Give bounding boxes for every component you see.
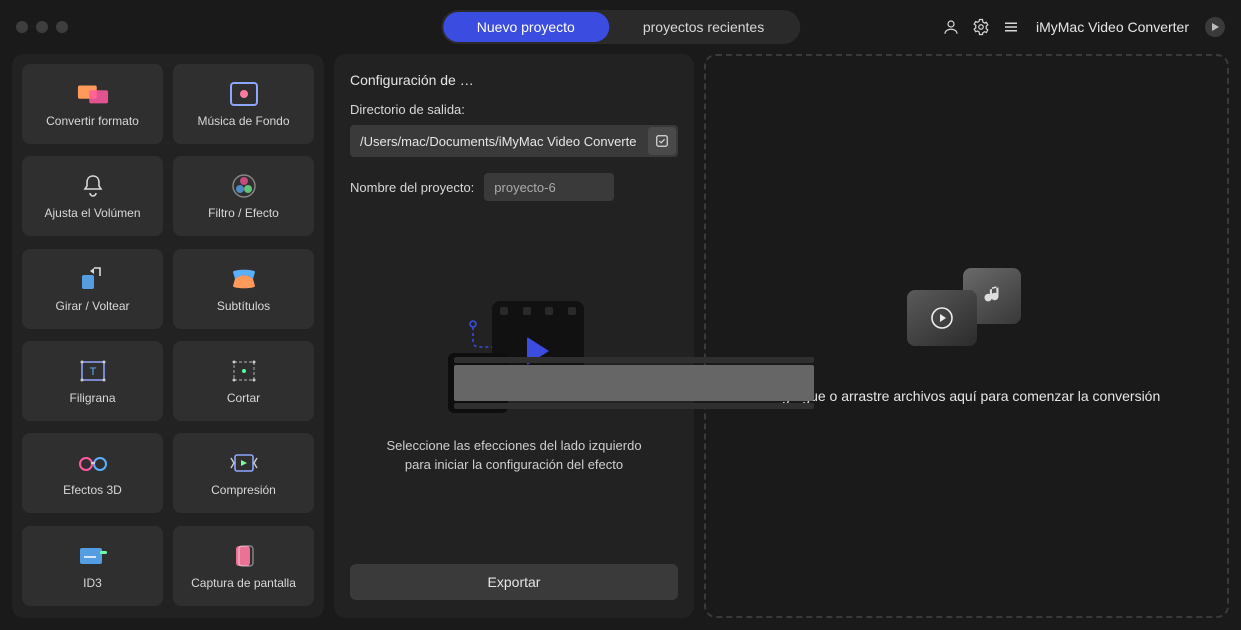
tool-label: Filigrana xyxy=(69,391,115,405)
titlebar: Nuevo proyecto proyectos recientes iMyMa… xyxy=(0,0,1241,54)
effects-grid-icon xyxy=(448,353,508,413)
project-name-label: Nombre del proyecto: xyxy=(350,180,474,195)
close-window[interactable] xyxy=(16,21,28,33)
config-panel: Configuración de … Directorio de salida:… xyxy=(334,54,694,618)
output-dir-input[interactable]: /Users/mac/Documents/iMyMac Video Conver… xyxy=(350,134,648,149)
tool-filter-effect[interactable]: Filtro / Efecto xyxy=(173,156,314,236)
tool-label: ID3 xyxy=(83,576,102,590)
convert-icon xyxy=(77,80,109,108)
tool-label: Ajusta el Volúmen xyxy=(44,206,140,220)
menu-icon[interactable] xyxy=(1002,18,1020,36)
tool-label: Filtro / Efecto xyxy=(208,206,279,220)
export-button[interactable]: Exportar xyxy=(350,564,678,600)
glasses-3d-icon xyxy=(77,449,109,477)
tool-label: Compresión xyxy=(211,483,276,497)
config-title: Configuración de … xyxy=(350,72,678,88)
project-name-row: Nombre del proyecto: xyxy=(350,173,678,201)
video-card-icon xyxy=(907,290,977,346)
screenshot-icon xyxy=(228,542,260,570)
tab-recent-projects[interactable]: proyectos recientes xyxy=(609,12,798,42)
tool-id3[interactable]: ID3 xyxy=(22,526,163,606)
dropzone-illustration xyxy=(907,268,1027,360)
color-wheel-icon xyxy=(228,172,260,200)
compress-icon xyxy=(228,449,260,477)
file-dropzone[interactable]: Agregue o arrastre archivos aquí para co… xyxy=(704,54,1229,618)
bell-icon xyxy=(77,172,109,200)
titlebar-right: iMyMac Video Converter xyxy=(942,17,1225,37)
tool-adjust-volume[interactable]: Ajusta el Volúmen xyxy=(22,156,163,236)
tool-label: Convertir formato xyxy=(46,114,139,128)
tools-sidebar: Convertir formato Música de Fondo Ajusta… xyxy=(12,54,324,618)
tool-compress[interactable]: Compresión xyxy=(173,433,314,513)
tool-3d-effects[interactable]: Efectos 3D xyxy=(22,433,163,513)
watermark-icon: T xyxy=(77,357,109,385)
svg-text:T: T xyxy=(89,366,96,378)
maximize-window[interactable] xyxy=(56,21,68,33)
project-name-input[interactable] xyxy=(484,173,614,201)
tool-rotate-flip[interactable]: Girar / Voltear xyxy=(22,249,163,329)
tool-label: Subtítulos xyxy=(217,299,270,313)
tool-screenshot[interactable]: Captura de pantalla xyxy=(173,526,314,606)
gear-icon[interactable] xyxy=(972,18,990,36)
window-controls xyxy=(16,21,68,33)
project-tabs: Nuevo proyecto proyectos recientes xyxy=(441,10,800,44)
dropzone-hint: Agregue o arrastre archivos aquí para co… xyxy=(753,388,1181,404)
tool-subtitles[interactable]: Subtítulos xyxy=(173,249,314,329)
tab-new-project[interactable]: Nuevo proyecto xyxy=(443,12,609,42)
output-dir-label: Directorio de salida: xyxy=(350,102,678,117)
config-hint: Seleccione las efecciones del lado izqui… xyxy=(374,437,654,473)
main-area: Convertir formato Música de Fondo Ajusta… xyxy=(0,54,1241,630)
app-logo-icon xyxy=(1205,17,1225,37)
app-name: iMyMac Video Converter xyxy=(1036,19,1189,35)
crop-icon xyxy=(228,357,260,385)
account-icon[interactable] xyxy=(942,18,960,36)
tool-label: Efectos 3D xyxy=(63,483,122,497)
tool-background-music[interactable]: Música de Fondo xyxy=(173,64,314,144)
id3-tag-icon xyxy=(77,542,109,570)
minimize-window[interactable] xyxy=(36,21,48,33)
tool-label: Cortar xyxy=(227,391,260,405)
rotate-icon xyxy=(77,265,109,293)
config-illustration: Seleccione las efecciones del lado izqui… xyxy=(350,211,678,564)
tool-label: Girar / Voltear xyxy=(55,299,129,313)
tool-trim[interactable]: Cortar xyxy=(173,341,314,421)
music-film-icon xyxy=(228,80,260,108)
tool-convert-format[interactable]: Convertir formato xyxy=(22,64,163,144)
browse-folder-button[interactable] xyxy=(648,127,676,155)
output-dir-row: /Users/mac/Documents/iMyMac Video Conver… xyxy=(350,125,678,157)
tool-label: Música de Fondo xyxy=(197,114,289,128)
tool-label: Captura de pantalla xyxy=(191,576,296,590)
subtitles-icon xyxy=(228,265,260,293)
tool-watermark[interactable]: T Filigrana xyxy=(22,341,163,421)
